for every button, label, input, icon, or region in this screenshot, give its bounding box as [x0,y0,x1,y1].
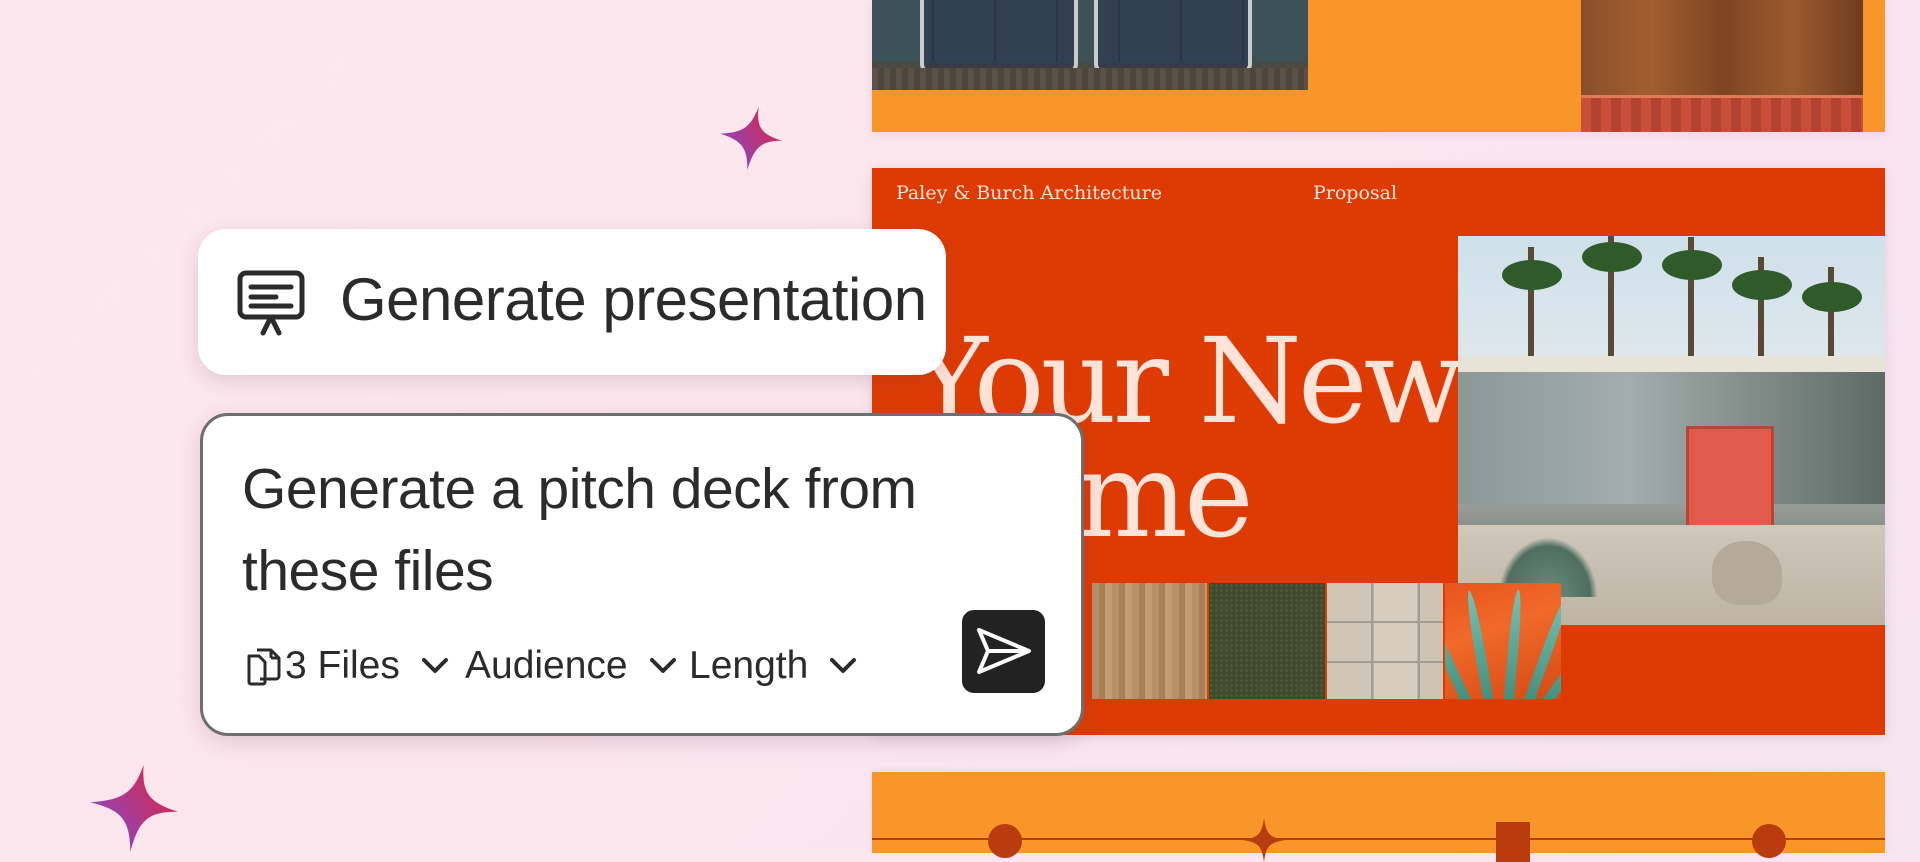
chevron-down-icon [830,658,857,673]
wood-swatch [1092,583,1207,699]
chevron-down-icon [649,658,676,673]
slide-thumbnail-bottom [872,772,1885,862]
prompt-input-card[interactable]: Generate a pitch deck from these files 3… [200,413,1084,736]
prompt-text-line2: these files [242,539,494,603]
tile-swatch [1327,583,1443,699]
presentation-icon [237,270,305,336]
slide-section-label: Proposal [1313,182,1398,204]
sparkle-icon [720,107,783,171]
files-dropdown[interactable]: 3 Files [245,640,452,692]
send-button[interactable] [962,610,1045,693]
prompt-text[interactable]: Generate a pitch deck from these files [242,448,1002,612]
length-dropdown-label: Length [689,644,809,687]
star-shape-icon [1242,818,1286,862]
files-dropdown-label: 3 Files [285,644,400,687]
sparkle-icon [90,765,179,853]
house-photo [1458,236,1885,625]
slide-company-name: Paley & Burch Architecture [896,182,1162,204]
prompt-text-line1: Generate a pitch deck from [242,457,917,521]
audience-dropdown-label: Audience [465,644,628,687]
plant-swatch [1445,583,1561,699]
fabric-swatch [1209,583,1325,699]
chip-label: Generate presentation [340,266,927,333]
chevron-down-icon [421,658,448,673]
send-icon [977,628,1031,674]
generate-presentation-chip[interactable]: Generate presentation [198,229,946,375]
chairs-photo [872,0,1308,90]
length-dropdown[interactable]: Length [689,640,860,692]
audience-dropdown[interactable]: Audience [465,640,680,692]
wood-sofa-photo [1581,0,1863,132]
files-icon [247,648,281,686]
